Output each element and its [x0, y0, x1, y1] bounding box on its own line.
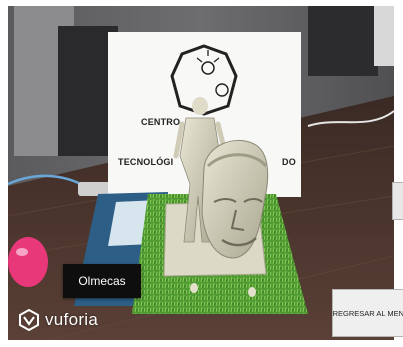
vuforia-logo-icon	[19, 309, 39, 331]
card-title-line1: CENTRO	[141, 117, 181, 127]
vuforia-brand-text: vuforia	[45, 310, 99, 329]
side-edge-button[interactable]	[392, 182, 403, 220]
marker-label-olmecas: Olmecas	[63, 264, 141, 298]
pink-ball-shine	[16, 248, 28, 256]
monitor-right	[374, 6, 394, 66]
card-title-line2-tail: DO	[282, 157, 296, 167]
card-title-line2: TECNOLÓGI	[118, 157, 174, 167]
grass-rock	[190, 283, 198, 293]
back-to-menu-button[interactable]: REGRESAR AL MENU	[332, 289, 403, 337]
vuforia-watermark: vuforia	[18, 309, 98, 331]
grass-rock	[248, 287, 256, 297]
pink-ball	[8, 237, 48, 287]
chair-back	[308, 6, 378, 76]
ar-app-screen: CENTRO TECNOLÓGI DO Olmecas vuforia REGR…	[0, 0, 403, 347]
